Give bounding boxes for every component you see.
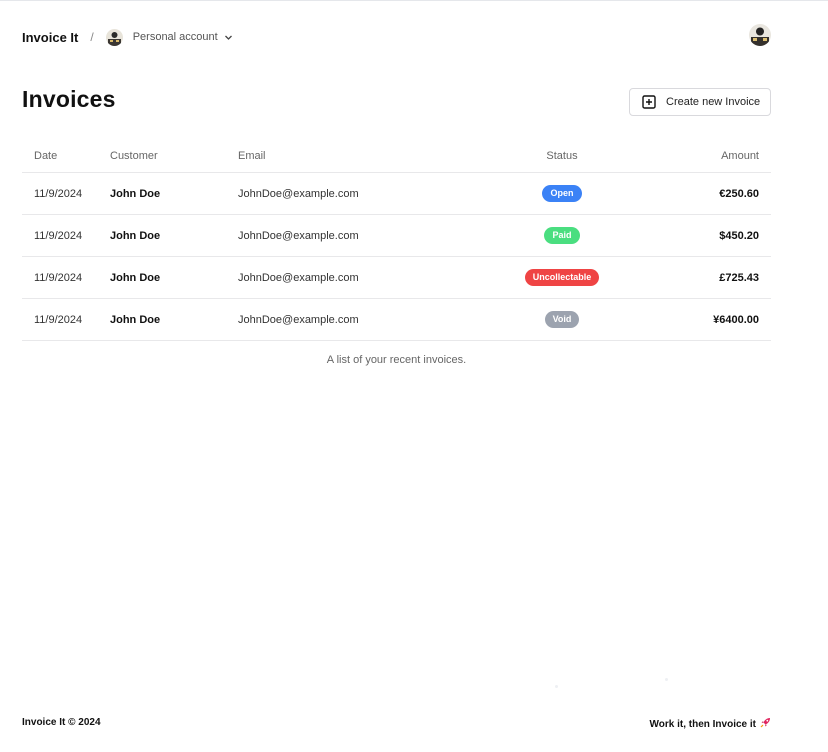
status-cell: Open	[512, 173, 612, 214]
table-header-row: Date Customer Email Status Amount	[22, 140, 771, 173]
invoice-amount: €250.60	[719, 187, 759, 200]
table-row[interactable]: 11/9/2024 John Doe JohnDoe@example.com U…	[22, 257, 771, 299]
invoice-email: JohnDoe@example.com	[238, 187, 359, 200]
breadcrumb-separator: /	[90, 30, 94, 44]
footer-tagline-text: Work it, then Invoice it	[649, 718, 757, 730]
decorative-dot	[665, 678, 668, 681]
invoice-date: 11/9/2024	[34, 229, 83, 242]
table-row[interactable]: 11/9/2024 John Doe JohnDoe@example.com V…	[22, 299, 771, 341]
invoice-customer: John Doe	[110, 187, 161, 200]
column-header-email: Email	[238, 150, 266, 162]
invoice-email: JohnDoe@example.com	[238, 271, 359, 284]
status-badge: Paid	[544, 227, 580, 244]
status-badge: Void	[544, 311, 580, 328]
invoice-amount: £725.43	[719, 271, 759, 284]
invoice-table: Date Customer Email Status Amount 11/9/2…	[22, 140, 771, 341]
footer-copyright: Invoice It © 2024	[22, 717, 101, 728]
invoice-customer: John Doe	[110, 271, 161, 284]
invoice-email: JohnDoe@example.com	[238, 229, 359, 242]
footer-tagline: Work it, then Invoice it	[650, 717, 772, 731]
status-badge: Open	[542, 185, 582, 202]
invoice-customer: John Doe	[110, 313, 161, 326]
invoice-email: JohnDoe@example.com	[238, 313, 359, 326]
plus-square-icon	[642, 95, 656, 109]
account-avatar-icon	[105, 28, 123, 46]
status-cell: Void	[512, 299, 612, 340]
decorative-dot	[555, 685, 558, 688]
brand-name[interactable]: Invoice It	[22, 30, 78, 45]
table-row[interactable]: 11/9/2024 John Doe JohnDoe@example.com O…	[22, 173, 771, 215]
top-nav: Invoice It / Personal account	[22, 24, 771, 50]
rocket-icon	[760, 717, 771, 731]
create-invoice-label: Create new Invoice	[666, 96, 761, 108]
status-badge: Uncollectable	[524, 269, 600, 286]
top-border	[0, 0, 828, 1]
user-avatar[interactable]	[749, 24, 771, 46]
account-switcher[interactable]: Personal account	[105, 28, 233, 46]
column-header-status: Status	[546, 150, 578, 162]
invoice-date: 11/9/2024	[34, 187, 83, 200]
title-row: Invoices Create new Invoice	[22, 86, 771, 118]
table-caption: A list of your recent invoices.	[326, 354, 467, 366]
table-row[interactable]: 11/9/2024 John Doe JohnDoe@example.com P…	[22, 215, 771, 257]
invoice-date: 11/9/2024	[34, 271, 83, 284]
status-cell: Uncollectable	[512, 257, 612, 298]
invoice-amount: $450.20	[719, 229, 759, 242]
account-label: Personal account	[132, 31, 218, 43]
status-cell: Paid	[512, 215, 612, 256]
invoice-amount: ¥6400.00	[713, 313, 759, 326]
invoice-date: 11/9/2024	[34, 313, 83, 326]
column-header-amount: Amount	[721, 150, 759, 162]
page-title: Invoices	[22, 86, 116, 112]
create-invoice-button[interactable]: Create new Invoice	[629, 88, 771, 116]
column-header-customer: Customer	[110, 150, 158, 162]
invoice-customer: John Doe	[110, 229, 161, 242]
column-header-date: Date	[34, 150, 58, 162]
chevron-down-icon	[224, 33, 233, 42]
